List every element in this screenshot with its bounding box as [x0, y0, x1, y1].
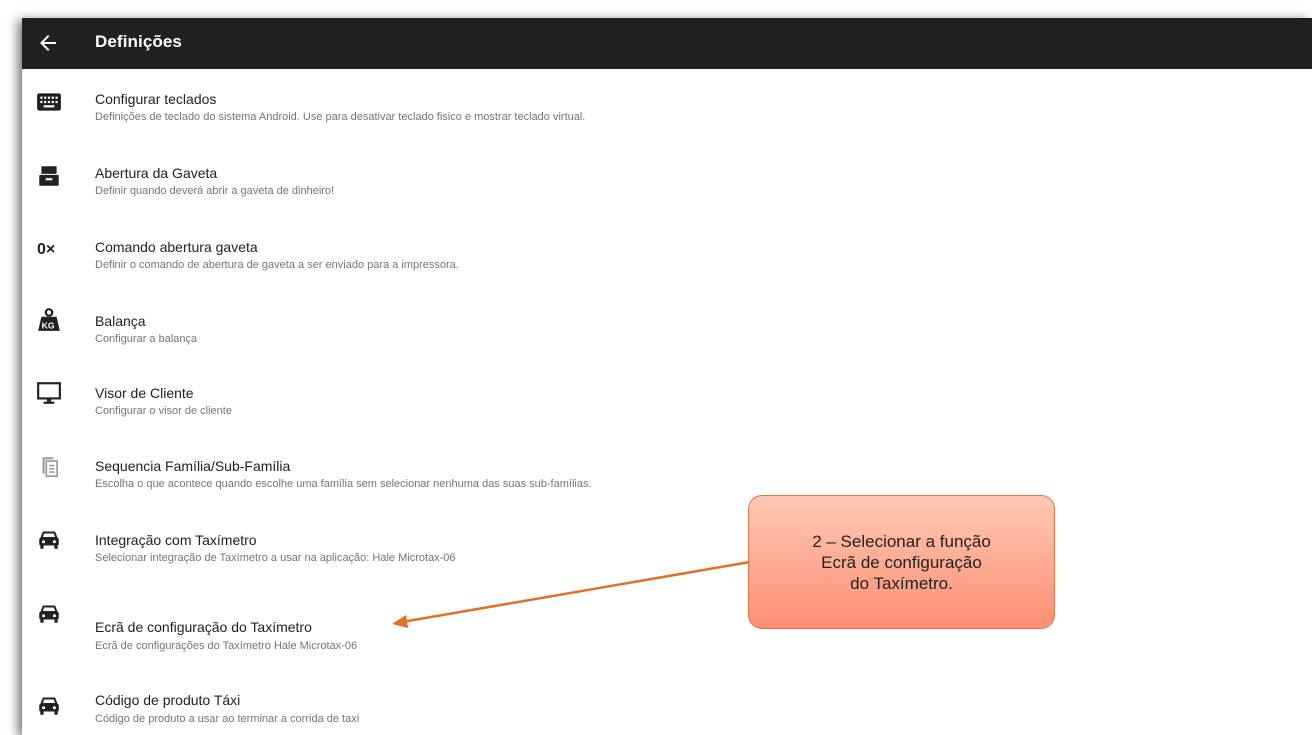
taxi-icon — [39, 697, 59, 715]
taxi-icon — [39, 605, 59, 623]
item-subtitle: Definir quando deverá abrir a gaveta de … — [95, 185, 335, 197]
item-title: Abertura da Gaveta — [95, 165, 218, 181]
settings-item-family-sequence[interactable]: Sequencia Família/Sub-Família Escolha o … — [22, 433, 1312, 501]
keyboard-icon — [37, 93, 61, 111]
item-subtitle: Código de produto a usar ao terminar a c… — [95, 713, 360, 725]
settings-item-taximeter-config-screen[interactable] — [22, 578, 1312, 646]
back-arrow-icon[interactable] — [36, 31, 60, 55]
item-title: Comando abertura gaveta — [95, 239, 258, 255]
settings-item-customer-display[interactable]: Visor de Cliente Configurar o visor de c… — [22, 361, 1312, 429]
item-title: Código de produto Táxi — [95, 692, 241, 708]
cash-drawer-icon — [39, 166, 59, 186]
svg-text:0×: 0× — [37, 241, 55, 258]
svg-text:KG: KG — [42, 321, 55, 331]
item-title: Sequencia Família/Sub-Família — [95, 458, 291, 474]
item-subtitle-taximeter-config: Ecrã de configurações do Taxímetro Hale … — [95, 640, 358, 652]
item-subtitle: Definições de teclado do sistema Android… — [95, 111, 586, 123]
item-subtitle: Configurar a balança — [95, 333, 198, 345]
item-subtitle: Selecionar integração de Taxímetro a usa… — [95, 552, 456, 564]
settings-item-taxi-product-code[interactable]: Código de produto Táxi Código de produto… — [22, 670, 1312, 735]
taxi-icon — [39, 531, 59, 549]
settings-item-taximeter-integration[interactable]: Integração com Taxímetro Selecionar inte… — [22, 506, 1312, 574]
page-title: Definições — [95, 32, 182, 51]
item-subtitle: Definir o comando de abertura de gaveta … — [95, 259, 459, 271]
annotation-callout: 2 – Selecionar a função Ecrã de configur… — [748, 495, 1055, 629]
settings-item-drawer-command[interactable]: 0× Comando abertura gaveta Definir o com… — [22, 215, 1312, 283]
item-title: Visor de Cliente — [95, 385, 194, 401]
item-title-taximeter-config: Ecrã de configuração do Taxímetro — [95, 619, 312, 635]
app-bar: Definições — [22, 18, 1312, 69]
settings-item-scale[interactable]: KG Balança Configurar a balança — [22, 287, 1312, 355]
callout-line-3: do Taxímetro. — [850, 573, 953, 593]
scale-weight-icon: KG — [38, 308, 60, 331]
item-title: Integração com Taxímetro — [95, 532, 257, 548]
monitor-icon — [37, 382, 61, 404]
item-title: Configurar teclados — [95, 91, 217, 107]
settings-item-drawer-opening[interactable]: Abertura da Gaveta Definir quando deverá… — [22, 142, 1312, 210]
hex-code-icon: 0× — [37, 241, 55, 258]
settings-item-keyboards[interactable]: Configurar teclados Definições de teclad… — [22, 69, 1312, 137]
copy-document-icon — [42, 457, 58, 478]
item-title: Balança — [95, 313, 146, 329]
callout-line-2: Ecrã de configuração — [821, 552, 982, 572]
item-subtitle: Escolha o que acontece quando escolhe um… — [95, 478, 592, 490]
callout-line-1: 2 – Selecionar a função — [812, 531, 991, 551]
item-subtitle: Configurar o visor de cliente — [95, 405, 232, 417]
